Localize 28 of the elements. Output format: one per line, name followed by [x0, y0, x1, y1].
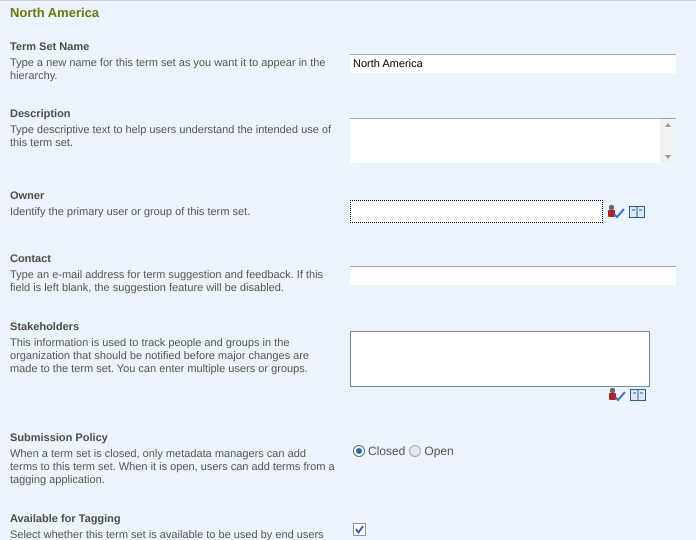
- radio-label: Open: [424, 443, 454, 460]
- people-picker-field[interactable]: [350, 200, 603, 223]
- page-title: North America: [10, 6, 100, 20]
- checkbox[interactable]: [353, 523, 366, 536]
- section-heading: Term Set Name: [10, 40, 90, 54]
- section-description: Type a new name for this term set as you want it to appear in the hierarchy.: [10, 57, 326, 83]
- radio-button[interactable]: [353, 445, 365, 457]
- address-book-icon[interactable]: [630, 389, 646, 401]
- check-names-icon[interactable]: [608, 204, 626, 218]
- section-description: Identify the primary user or group of this term set.: [10, 206, 252, 219]
- people-picker-field[interactable]: [350, 331, 650, 387]
- section-description: Select whether this term set is available to be used by end users: [10, 529, 325, 540]
- section-description: Type descriptive text to help users understand the intended use of this term set.: [10, 124, 332, 150]
- section-heading: Available for Tagging: [10, 512, 122, 526]
- section-description: When a term set is closed, only metadata managers can add terms to this term set. When it is open, users can add terms from a tagging application.: [10, 448, 336, 487]
- radio-label: Closed: [368, 443, 406, 460]
- section-heading: Contact: [10, 252, 52, 266]
- section-heading: Submission Policy: [10, 431, 109, 445]
- text-field[interactable]: North America: [350, 54, 676, 73]
- section-description: Type an e-mail address for term suggestion and feedback. If this field is left blank, the suggestion feature will be disabled.: [10, 269, 324, 295]
- section-heading: Owner: [10, 189, 46, 203]
- section-heading: Description: [10, 107, 72, 121]
- radio-button[interactable]: [409, 445, 422, 457]
- address-book-icon[interactable]: [629, 206, 645, 218]
- section-description: This information is used to track people and groups in the organization that should be notified before major changes are made to the term set. You can enter multiple users or groups.: [10, 337, 310, 376]
- check-names-icon[interactable]: [609, 388, 627, 402]
- section-heading: Stakeholders: [10, 320, 80, 334]
- text-field[interactable]: [350, 266, 676, 285]
